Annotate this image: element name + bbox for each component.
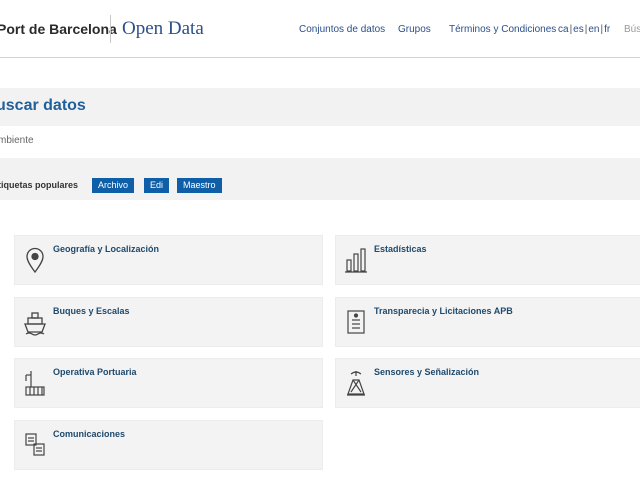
category-label: Buques y Escalas: [53, 306, 130, 316]
site-header: Port de Barcelona Open Data Conjuntos de…: [0, 0, 640, 58]
documents-icon: [23, 431, 47, 459]
category-card-estadisticas[interactable]: Estadísticas: [335, 235, 640, 285]
port-logo-text[interactable]: Port de Barcelona: [0, 21, 117, 37]
popular-tags-label: tiquetas populares: [0, 180, 79, 190]
tag-maestro[interactable]: Maestro: [177, 178, 222, 193]
bar-chart-icon: [344, 246, 368, 274]
lang-ca[interactable]: ca: [558, 24, 569, 35]
lang-separator: |: [600, 24, 604, 35]
ship-icon: [23, 308, 47, 336]
category-card-operativa[interactable]: Operativa Portuaria: [14, 358, 323, 408]
lang-separator: |: [569, 24, 573, 35]
nav-grupos[interactable]: Grupos: [398, 24, 431, 35]
category-card-transparencia[interactable]: Transparecia y Licitaciones APB: [335, 297, 640, 347]
category-label: Operativa Portuaria: [53, 367, 137, 377]
category-card-comunicaciones[interactable]: Comunicaciones: [14, 420, 323, 470]
lang-separator: |: [584, 24, 588, 35]
logo-divider: [110, 15, 111, 43]
category-label: Comunicaciones: [53, 429, 126, 439]
nav-conjuntos-de-datos[interactable]: Conjuntos de datos: [299, 24, 385, 35]
search-input[interactable]: Bús: [624, 24, 640, 35]
title-band: [0, 88, 640, 126]
category-label: Estadísticas: [374, 244, 427, 254]
open-data-logo-text[interactable]: Open Data: [122, 18, 204, 40]
nav-terminos-condiciones[interactable]: Términos y Condiciones: [449, 24, 556, 35]
lang-es[interactable]: es: [573, 24, 584, 35]
page-title: uscar datos: [0, 97, 86, 114]
tag-archivo[interactable]: Archivo: [92, 178, 135, 193]
category-label: Transparecia y Licitaciones APB: [374, 306, 513, 316]
document-icon: [344, 308, 368, 336]
category-card-geografia[interactable]: Geografía y Localización: [14, 235, 323, 285]
category-label: Geografía y Localización: [53, 244, 160, 254]
lang-en[interactable]: en: [588, 24, 599, 35]
port-crane-icon: [23, 369, 47, 397]
category-label: Sensores y Señalización: [374, 367, 480, 377]
location-pin-icon: [23, 246, 47, 274]
lang-fr[interactable]: fr: [604, 24, 610, 35]
tag-edi[interactable]: Edi: [144, 178, 170, 193]
beacon-tower-icon: [344, 369, 368, 397]
category-card-buques[interactable]: Buques y Escalas: [14, 297, 323, 347]
category-card-sensores[interactable]: Sensores y Señalización: [335, 358, 640, 408]
page-subtext: mbiente: [0, 135, 34, 146]
language-switcher: ca|es|en|fr: [558, 24, 610, 35]
